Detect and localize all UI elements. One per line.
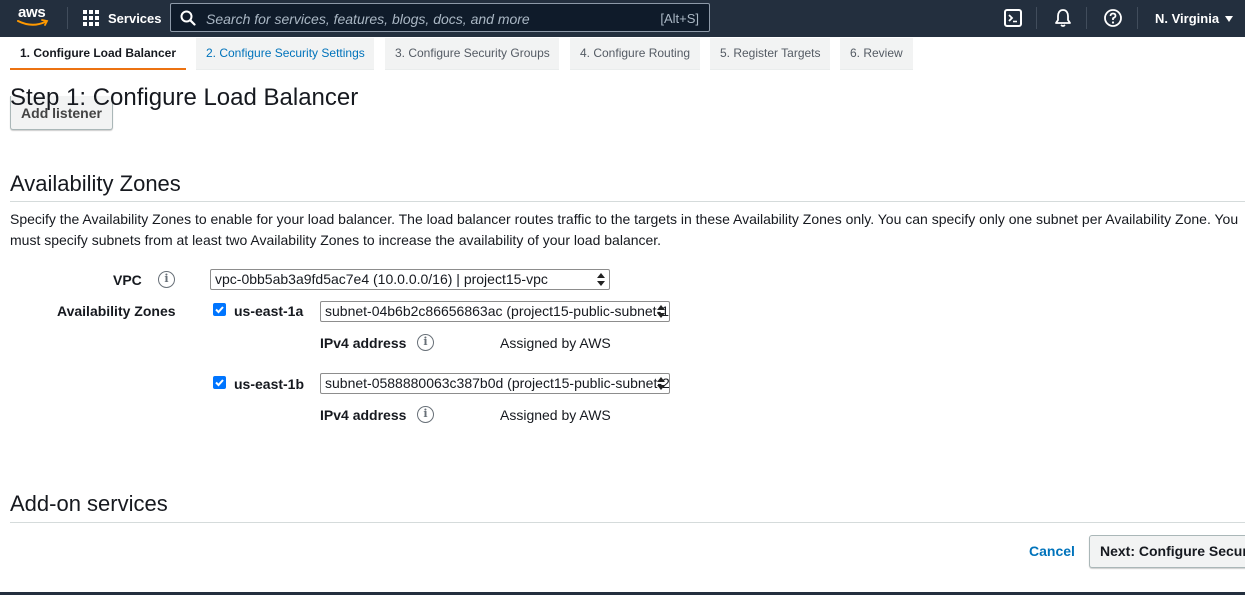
region-selector[interactable]: N. Virginia xyxy=(1155,0,1234,37)
checkmark-icon xyxy=(215,379,224,387)
vpc-select[interactable]: vpc-0bb5ab3a9fd5ac7e4 (10.0.0.0/16) | pr… xyxy=(210,269,610,290)
addon-services-heading: Add-on services xyxy=(10,491,168,516)
search-placeholder: Search for services, features, blogs, do… xyxy=(206,11,530,27)
select-arrows-icon xyxy=(657,377,665,390)
select-arrows-icon xyxy=(657,305,665,318)
ipv4-address-value: Assigned by AWS xyxy=(500,335,611,351)
tab-configure-security-groups: 3. Configure Security Groups xyxy=(385,38,559,70)
zone-checkbox-us-east-1b[interactable] xyxy=(213,376,226,389)
info-icon[interactable]: i xyxy=(417,406,434,423)
subnet-select-us-east-1b[interactable]: subnet-0588880063c387b0d (project15-publ… xyxy=(320,373,670,394)
tab-configure-security-settings[interactable]: 2. Configure Security Settings xyxy=(196,38,374,70)
tab-register-targets: 5. Register Targets xyxy=(710,38,830,70)
subnet-select-value: subnet-04b6b2c86656863ac (project15-publ… xyxy=(325,303,669,319)
search-shortcut-hint: [Alt+S] xyxy=(660,11,699,26)
vpc-label: VPC xyxy=(113,272,142,288)
checkmark-icon xyxy=(215,306,224,314)
top-navigation-bar: aws Services Search for services, featur… xyxy=(0,0,1245,37)
aws-smile-icon xyxy=(17,19,49,26)
help-icon[interactable] xyxy=(1103,8,1123,28)
zone-name-us-east-1b: us-east-1b xyxy=(234,376,305,392)
tab-review: 6. Review xyxy=(840,38,913,70)
ipv4-address-value: Assigned by AWS xyxy=(500,407,611,423)
section-divider xyxy=(10,201,1245,202)
next-configure-security-settings-button[interactable]: Next: Configure Security Settings xyxy=(1089,535,1245,568)
page-title: Step 1: Configure Load Balancer xyxy=(10,84,359,111)
cloudshell-icon[interactable] xyxy=(1003,8,1023,28)
availability-zones-label: Availability Zones xyxy=(57,303,176,319)
tab-configure-routing: 4. Configure Routing xyxy=(570,38,700,70)
notifications-bell-icon[interactable] xyxy=(1053,8,1073,28)
nav-divider xyxy=(1137,7,1138,29)
subnet-select-value: subnet-0588880063c387b0d (project15-publ… xyxy=(325,375,669,391)
ipv4-address-label: IPv4 address xyxy=(320,335,407,351)
aws-logo[interactable]: aws xyxy=(17,4,51,30)
nav-divider xyxy=(1036,7,1037,29)
zone-name-us-east-1a: us-east-1a xyxy=(234,303,304,319)
tab-configure-load-balancer[interactable]: 1. Configure Load Balancer xyxy=(10,38,186,70)
subnet-select-us-east-1a[interactable]: subnet-04b6b2c86656863ac (project15-publ… xyxy=(320,301,670,322)
info-icon[interactable]: i xyxy=(417,334,434,351)
grid-menu-icon xyxy=(83,10,100,27)
nav-divider xyxy=(1086,7,1087,29)
caret-down-icon xyxy=(1225,15,1234,22)
search-icon xyxy=(180,10,196,26)
availability-zones-description: Specify the Availability Zones to enable… xyxy=(10,211,1239,248)
availability-zones-heading: Availability Zones xyxy=(10,171,181,196)
region-label: N. Virginia xyxy=(1155,11,1220,26)
zone-checkbox-us-east-1a[interactable] xyxy=(213,303,226,316)
services-label: Services xyxy=(108,11,162,26)
nav-divider xyxy=(67,7,68,29)
services-menu-button[interactable]: Services xyxy=(83,0,162,37)
cancel-button[interactable]: Cancel xyxy=(1029,543,1075,559)
select-arrows-icon xyxy=(597,273,605,286)
ipv4-address-label: IPv4 address xyxy=(320,407,407,423)
vpc-select-value: vpc-0bb5ab3a9fd5ac7e4 (10.0.0.0/16) | pr… xyxy=(215,271,548,287)
section-divider xyxy=(10,522,1245,523)
search-input[interactable]: Search for services, features, blogs, do… xyxy=(170,3,710,32)
info-icon[interactable]: i xyxy=(158,271,175,288)
